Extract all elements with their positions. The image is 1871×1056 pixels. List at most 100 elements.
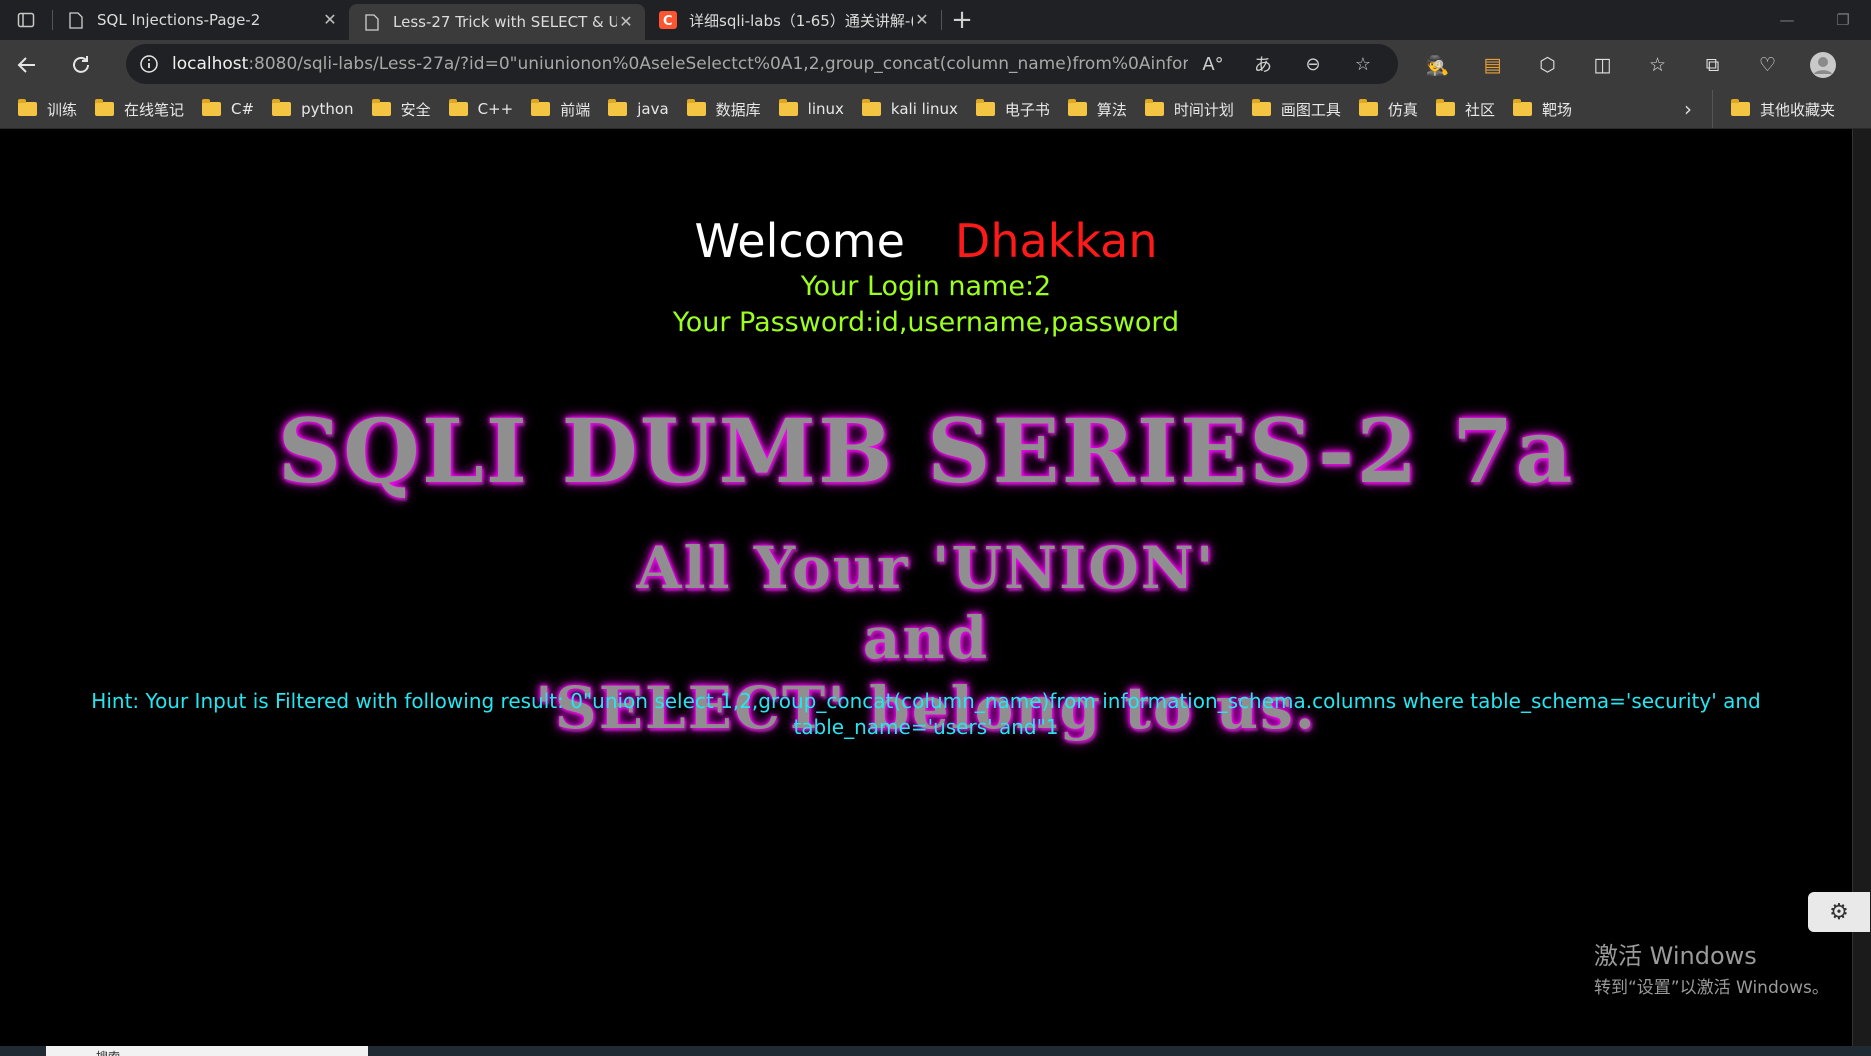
folder-icon	[1358, 99, 1378, 116]
gear-icon: ⚙	[1829, 899, 1849, 925]
bookmark-label: python	[301, 100, 354, 118]
bookmark-folder[interactable]: 电子书	[975, 99, 1050, 120]
extensions-icon[interactable]: ⬡	[1520, 54, 1575, 76]
folder-icon	[778, 99, 798, 116]
bookmark-folder[interactable]: 算法	[1067, 99, 1127, 120]
banner-line-1: All Your 'UNION'	[636, 534, 1216, 602]
folder-icon	[202, 99, 222, 116]
bookmark-label: kali linux	[890, 100, 958, 118]
bookmark-folder[interactable]: 靶场	[1512, 99, 1572, 120]
bookmark-folder[interactable]: linux	[778, 99, 844, 118]
welcome-heading: Welcome Dhakkan	[0, 214, 1852, 268]
bookmark-label: 仿真	[1387, 100, 1418, 119]
bookmark-folder[interactable]: 安全	[371, 99, 431, 120]
tab-sqli-labs-guide[interactable]: C 详细sqli-labs（1-65）通关讲解-( ✕	[645, 0, 941, 40]
folder-icon	[1512, 99, 1532, 116]
folder-icon	[861, 99, 881, 116]
page-icon	[67, 11, 85, 29]
favorite-star-icon[interactable]: ☆	[1338, 54, 1388, 75]
bookmark-label: 前端	[560, 100, 591, 119]
close-tab-icon[interactable]: ✕	[617, 13, 635, 31]
bookmark-label: java	[637, 100, 669, 118]
tab-less-27[interactable]: Less-27 Trick with SELECT & UNI ✕	[349, 4, 645, 40]
bookmark-label: 训练	[47, 100, 78, 119]
url-host: localhost	[172, 54, 249, 74]
windows-taskbar: 搜索	[0, 1046, 1871, 1056]
site-info-icon[interactable]	[126, 54, 172, 74]
bookmark-label: C#	[231, 100, 255, 118]
folder-icon	[272, 99, 292, 116]
close-tab-icon[interactable]: ✕	[321, 11, 339, 29]
tab-actions-button[interactable]	[0, 0, 52, 40]
bookmark-label: C++	[477, 100, 514, 118]
read-aloud-icon[interactable]: A°	[1188, 54, 1238, 75]
svg-text:C: C	[663, 14, 673, 29]
bookmark-label: 画图工具	[1280, 100, 1341, 119]
favorites-icon[interactable]: ☆	[1630, 54, 1685, 76]
settings-gear-button[interactable]: ⚙	[1808, 892, 1870, 932]
address-bar[interactable]: localhost:8080/sqli-labs/Less-27a/?id=0"…	[126, 44, 1398, 84]
taskbar-search-placeholder: 搜索	[96, 1050, 120, 1056]
bookmark-label: 时间计划	[1173, 100, 1234, 119]
bookmark-folder[interactable]: 在线笔记	[95, 99, 184, 120]
window-controls: — ❐	[1759, 0, 1871, 40]
profile-avatar[interactable]	[1795, 51, 1850, 79]
more-bookmarks-chevron-icon[interactable]: ›	[1684, 90, 1692, 128]
translate-icon[interactable]: あ	[1238, 51, 1288, 77]
folder-icon	[18, 99, 37, 116]
extension-incognito-icon[interactable]: 🕵	[1410, 54, 1465, 77]
folder-icon	[95, 99, 115, 116]
bookmark-folder[interactable]: java	[608, 99, 669, 118]
series-title-banner: SQLI DUMB SERIES-2 7a	[277, 399, 1575, 503]
split-screen-icon[interactable]: ◫	[1575, 54, 1630, 76]
plus-icon: +	[951, 5, 973, 35]
refresh-icon	[73, 56, 89, 73]
bookmark-label: 在线笔记	[124, 100, 185, 119]
back-button[interactable]	[0, 45, 54, 85]
url-path: :8080/sqli-labs/Less-27a/?id=0"uniuniono…	[248, 54, 1188, 74]
tab-title: 详细sqli-labs（1-65）通关讲解-(	[689, 11, 913, 30]
folder-icon	[1435, 99, 1455, 116]
zoom-icon[interactable]: ⊖	[1288, 54, 1338, 75]
bookmark-folder[interactable]: C#	[202, 99, 255, 118]
folder-icon	[371, 99, 391, 116]
bookmark-folder[interactable]: python	[272, 99, 354, 118]
tab-title: SQL Injections-Page-2	[97, 11, 261, 29]
bookmark-folder[interactable]: 仿真	[1358, 99, 1418, 120]
bookmark-label: 其他收藏夹	[1760, 100, 1836, 119]
activation-title: 激活 Windows	[1594, 942, 1757, 970]
url-text[interactable]: localhost:8080/sqli-labs/Less-27a/?id=0"…	[172, 54, 1188, 74]
taskbar-search-box[interactable]: 搜索	[46, 1046, 368, 1056]
windows-activation-watermark: 激活 Windows 转到“设置”以激活 Windows。	[1594, 936, 1829, 998]
bookmark-folder[interactable]: 社区	[1435, 99, 1495, 120]
tab-sql-injections[interactable]: SQL Injections-Page-2 ✕	[53, 0, 349, 40]
folder-icon	[1144, 99, 1164, 116]
bookmark-folder[interactable]: 时间计划	[1144, 99, 1234, 120]
folder-icon	[1731, 99, 1750, 116]
collections-icon[interactable]: ⧉	[1685, 54, 1740, 76]
bookmark-folder[interactable]: 训练	[18, 99, 77, 120]
tab-strip: SQL Injections-Page-2 ✕ Less-27 Trick wi…	[0, 0, 1871, 40]
bookmark-label: linux	[807, 100, 844, 118]
page-icon	[363, 13, 381, 31]
tab-title: Less-27 Trick with SELECT & UNI	[393, 13, 617, 31]
bookmark-folder[interactable]: C++	[448, 99, 514, 118]
bookmark-folder[interactable]: 画图工具	[1251, 99, 1341, 120]
other-favorites-folder[interactable]: 其他收藏夹	[1712, 90, 1835, 128]
new-tab-button[interactable]: +	[942, 0, 982, 40]
bookmark-folder[interactable]: kali linux	[861, 99, 958, 118]
folder-icon	[1251, 99, 1271, 116]
folder-icon	[448, 99, 468, 116]
bookmark-folder[interactable]: 数据库	[686, 99, 761, 120]
browser-essentials-icon[interactable]: ♡	[1740, 54, 1795, 76]
bookmark-label: 电子书	[1004, 100, 1050, 119]
back-arrow-icon	[17, 57, 35, 73]
minimize-button[interactable]: —	[1759, 0, 1815, 40]
bookmark-folder[interactable]: 前端	[531, 99, 590, 120]
folder-icon	[1067, 99, 1087, 116]
refresh-button[interactable]	[54, 45, 108, 85]
restore-button[interactable]: ❐	[1815, 0, 1871, 40]
close-tab-icon[interactable]: ✕	[913, 11, 931, 29]
extension-server-icon[interactable]: ▤	[1465, 54, 1520, 76]
folder-icon	[531, 99, 551, 116]
